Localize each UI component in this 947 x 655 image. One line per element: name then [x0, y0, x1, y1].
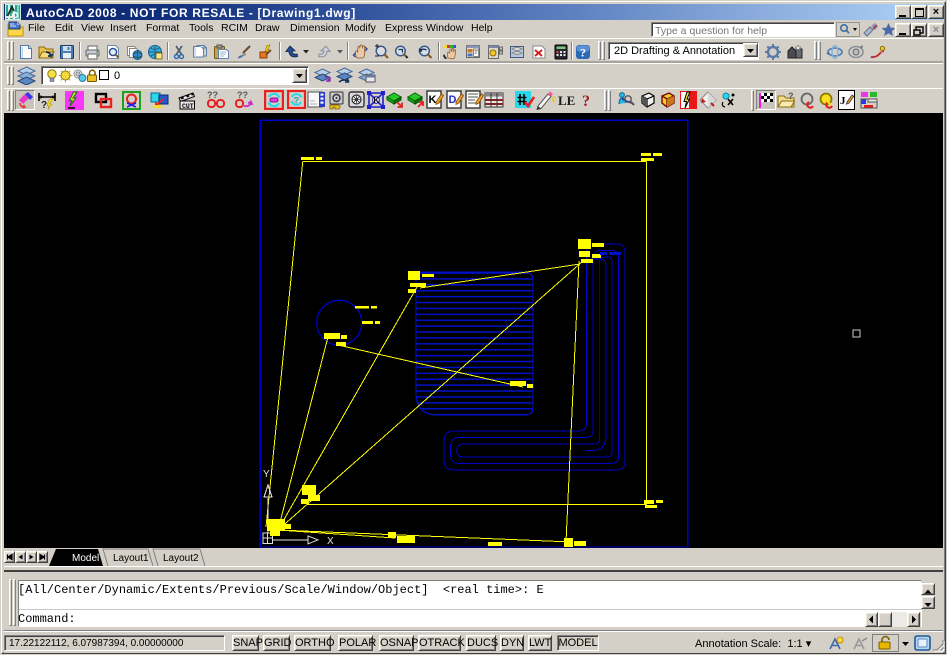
- svg-text:CUT: CUT: [182, 103, 194, 110]
- svg-text:K: K: [429, 94, 437, 106]
- svg-text:?: ?: [41, 100, 47, 110]
- svg-text:Y: Y: [263, 469, 270, 480]
- svg-text:D: D: [449, 94, 457, 106]
- svg-text:X: X: [327, 536, 334, 547]
- svg-text:J: J: [840, 95, 846, 107]
- svg-text:Layout2: Layout2: [163, 553, 199, 564]
- svg-text:?: ?: [580, 46, 586, 60]
- svg-text:??: ??: [237, 90, 248, 100]
- svg-text:??: ??: [207, 90, 218, 100]
- svg-text:LE: LE: [558, 93, 575, 108]
- svg-text:?: ?: [294, 96, 300, 106]
- svg-text:Model: Model: [72, 553, 99, 564]
- svg-text:Layout1: Layout1: [113, 553, 149, 564]
- svg-text:?: ?: [788, 91, 794, 101]
- svg-text:?: ?: [582, 93, 590, 110]
- svg-text:K: K: [374, 96, 380, 105]
